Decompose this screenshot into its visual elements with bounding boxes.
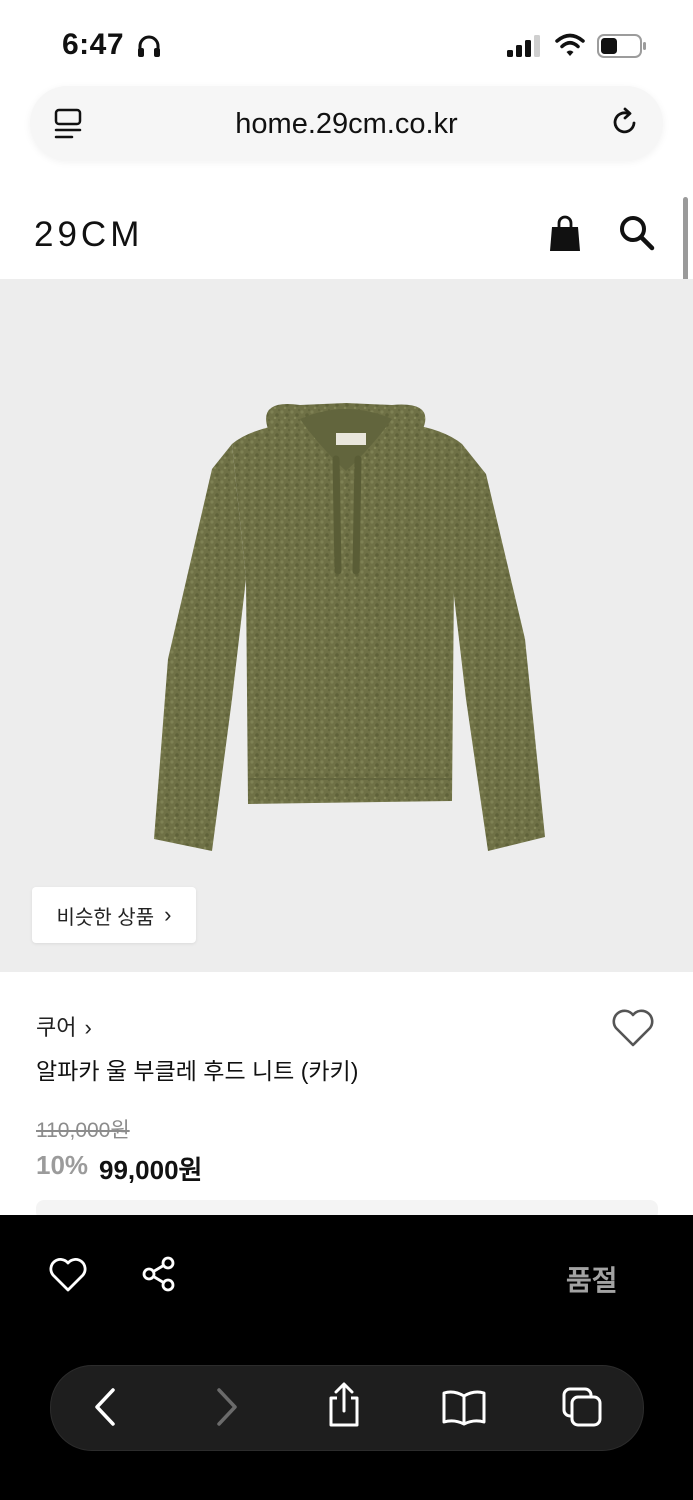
product-image[interactable]: 비슷한 상품 › [0, 279, 693, 972]
heart-icon[interactable] [48, 1257, 88, 1298]
brand-link[interactable]: 쿠어 › [36, 1010, 92, 1042]
wifi-icon [555, 33, 585, 62]
site-logo[interactable]: 29CM [34, 215, 143, 255]
search-icon[interactable] [617, 213, 657, 258]
signal-icon [507, 35, 543, 62]
bottom-action-bar: 품절 [0, 1215, 693, 1500]
hoodie-image [154, 403, 545, 851]
share-sheet-icon[interactable] [325, 1382, 363, 1433]
forward-icon[interactable] [211, 1386, 241, 1433]
reload-icon[interactable] [609, 106, 641, 143]
status-bar: 6:47 [0, 0, 693, 82]
chevron-right-icon: › [84, 1015, 92, 1040]
original-price: 110,000원 [36, 1119, 130, 1142]
heart-icon[interactable] [610, 1008, 656, 1053]
brand-name: 쿠어 [36, 1015, 77, 1040]
status-time: 6:47 [62, 28, 125, 61]
similar-products-label: 비슷한 상품 [56, 906, 155, 929]
share-icon[interactable] [140, 1255, 178, 1298]
bookmarks-icon[interactable] [441, 1388, 487, 1431]
url-bar[interactable]: home.29cm.co.kr [30, 86, 663, 160]
product-name: 알파카 울 부클레 후드 니트 (카키) [36, 1058, 359, 1084]
similar-products-button[interactable]: 비슷한 상품 › [32, 887, 196, 943]
sale-price: 99,000원 [99, 1155, 203, 1185]
shopping-bag-icon[interactable] [548, 215, 582, 258]
chevron-right-icon: › [164, 902, 172, 927]
back-icon[interactable] [91, 1386, 121, 1433]
browser-toolbar [50, 1365, 644, 1451]
sold-out-label: 품절 [566, 1265, 618, 1296]
url-text[interactable]: home.29cm.co.kr [30, 108, 663, 141]
headphones-icon [136, 33, 162, 64]
site-header: 29CM [0, 195, 693, 279]
discount-rate: 10% [36, 1150, 89, 1180]
tabs-icon[interactable] [561, 1386, 603, 1433]
battery-icon [597, 33, 647, 64]
